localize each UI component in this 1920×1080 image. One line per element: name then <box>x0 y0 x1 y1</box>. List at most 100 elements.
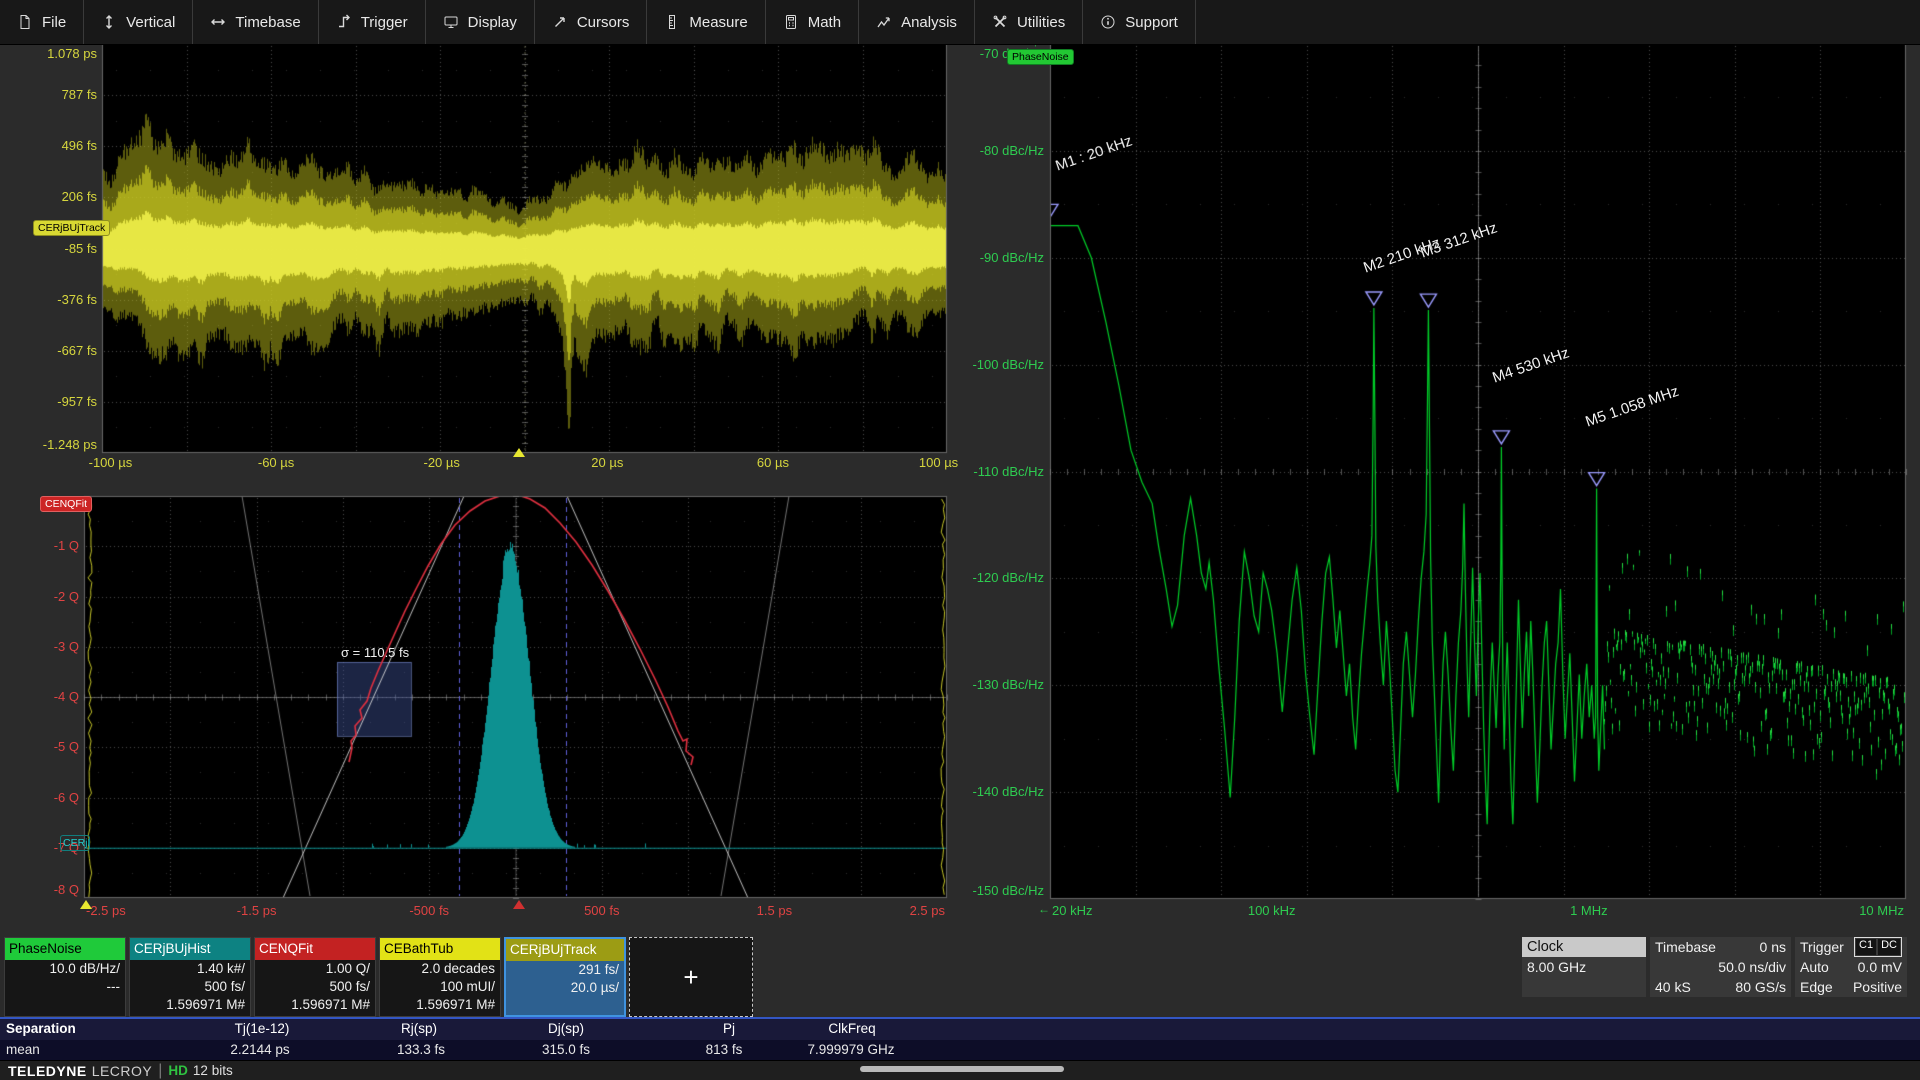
table-value-cell: 813 fs <box>706 1040 743 1060</box>
axis-tick-label: -1.248 ps <box>0 437 97 453</box>
oscilloscope-application: { "menu": { "items": [ {"label":"File","… <box>0 0 1920 1080</box>
menu-item-timebase[interactable]: Timebase <box>193 0 318 44</box>
axis-tick-label: 2.5 ps <box>845 903 945 919</box>
analysis-icon <box>876 14 892 30</box>
nq-trigger-marker-icon[interactable] <box>513 900 525 909</box>
menu-item-utilities[interactable]: Utilities <box>975 0 1083 44</box>
timebase-descriptor-box[interactable]: Timebase 0 ns 50.0 ns/div 40 kS 80 GS/s <box>1650 937 1791 997</box>
trace-descriptor-title: CERjBUjTrack <box>506 939 624 961</box>
menu-item-trigger[interactable]: Trigger <box>319 0 426 44</box>
trace-descriptor-line: 500 fs/ <box>255 978 375 996</box>
trace-descriptor-cenqfit[interactable]: CENQFit1.00 Q/500 fs/1.596971 M# <box>254 937 376 1017</box>
trace-descriptor-cerjbujtrack[interactable]: CERjBUjTrack291 fs/20.0 µs/ <box>504 937 626 1017</box>
axis-tick-label: -100 µs <box>60 455 160 471</box>
nq-delay-marker-icon[interactable] <box>80 900 92 909</box>
axis-tick-label: 20 µs <box>557 455 657 471</box>
trace-descriptor-cerjbujhist[interactable]: CERjBUjHist1.40 k#/500 fs/1.596971 M# <box>129 937 251 1017</box>
timebase-samplerate: 80 GS/s <box>1735 977 1786 997</box>
taskbar-handle[interactable] <box>860 1066 1064 1072</box>
nqfit-trace-badge[interactable]: CENQFit <box>40 496 92 512</box>
measurement-table[interactable]: SeparationTj(1e-12)Rj(sp)Dj(sp)PjClkFreq… <box>0 1017 1920 1060</box>
menu-item-file[interactable]: File <box>0 0 84 44</box>
trace-descriptor-title: CENQFit <box>255 938 375 960</box>
trigger-descriptor-box[interactable]: Trigger C1 DC Auto 0.0 mV Edge Positive <box>1795 937 1907 997</box>
table-header-cell: ClkFreq <box>828 1019 875 1039</box>
track-trace-badge[interactable]: CERjBUjTrack <box>33 220 110 236</box>
axis-tick-label: 1 MHz <box>1539 903 1639 919</box>
axis-tick-label: -110 dBc/Hz <box>934 464 1044 480</box>
trace-descriptor-cebathtub[interactable]: CEBathTub2.0 decades100 mUI/1.596971 M# <box>379 937 501 1017</box>
axis-tick-label: -150 dBc/Hz <box>934 883 1044 899</box>
track-trigger-marker-icon[interactable] <box>513 448 525 457</box>
phasenoise-trace-badge[interactable]: PhaseNoise <box>1007 49 1074 65</box>
trigger-icon <box>336 14 352 30</box>
axis-tick-label: 500 fs <box>552 903 652 919</box>
menu-item-support[interactable]: Support <box>1083 0 1196 44</box>
timebase-samples: 40 kS <box>1655 977 1691 997</box>
menu-item-label: Support <box>1125 14 1178 31</box>
axis-tick-label: -85 fs <box>0 241 97 257</box>
axis-tick-label: 20 kHz <box>1052 903 1152 919</box>
menu-item-label: Vertical <box>126 14 175 31</box>
menu-item-label: Math <box>808 14 841 31</box>
menu-item-analysis[interactable]: Analysis <box>859 0 975 44</box>
axis-tick-label: -1 Q <box>0 538 79 554</box>
axis-tick-label: -3 Q <box>0 639 79 655</box>
menu-item-label: Cursors <box>577 14 630 31</box>
axis-tick-label: -376 fs <box>0 292 97 308</box>
trace-descriptor-line: 500 fs/ <box>130 978 250 996</box>
axis-tick-label: 206 fs <box>0 189 97 205</box>
axis-tick-label: -500 fs <box>379 903 479 919</box>
menu-item-label: Utilities <box>1017 14 1065 31</box>
menu-bar: File Vertical Timebase Trigger Display Cursor… <box>0 0 1920 45</box>
menu-item-label: Display <box>468 14 517 31</box>
timebase-box-title: Timebase <box>1655 937 1716 957</box>
hist-trace-edge-tag[interactable]: CERjBUjHist <box>60 835 90 851</box>
hd-mode-label: HD <box>168 1063 188 1078</box>
menu-item-measure[interactable]: Measure <box>647 0 765 44</box>
axis-tick-label: -1.5 ps <box>207 903 307 919</box>
axis-tick-label: -140 dBc/Hz <box>934 784 1044 800</box>
table-header-cell: Pj <box>723 1019 735 1039</box>
clock-frequency: 8.00 GHz <box>1527 957 1586 977</box>
menu-item-display[interactable]: Display <box>426 0 535 44</box>
vertical-icon <box>101 14 117 30</box>
display-icon <box>443 14 459 30</box>
trigger-level: 0.0 mV <box>1858 957 1902 977</box>
add-trace-button[interactable]: + <box>629 937 753 1017</box>
table-value-cell: 2.2144 ps <box>230 1040 289 1060</box>
trace-descriptor-line: 10.0 dB/Hz/ <box>5 960 125 978</box>
trigger-coupling-badge: DC <box>1878 939 1900 955</box>
axis-tick-label: 496 fs <box>0 138 97 154</box>
axis-tick-label: 787 fs <box>0 87 97 103</box>
axis-tick-label: 1.078 ps <box>0 46 97 62</box>
trace-descriptor-line: 1.00 Q/ <box>255 960 375 978</box>
axis-tick-label: 1.5 ps <box>724 903 824 919</box>
table-header-cell: Tj(1e-12) <box>235 1019 290 1039</box>
axis-tick-label: 10 MHz <box>1804 903 1904 919</box>
table-value-cell: 315.0 fs <box>542 1040 590 1060</box>
trace-descriptor-title: PhaseNoise <box>5 938 125 960</box>
trace-descriptor-line: 1.596971 M# <box>130 996 250 1014</box>
measurement-table-header-row: SeparationTj(1e-12)Rj(sp)Dj(sp)PjClkFreq <box>0 1019 1920 1040</box>
axis-tick-label: -20 µs <box>392 455 492 471</box>
menu-item-label: Trigger <box>361 14 408 31</box>
cursors-icon <box>552 14 568 30</box>
clock-descriptor-box[interactable]: Clock 8.00 GHz <box>1522 937 1646 997</box>
sigma-annotation: σ = 110.5 fs <box>341 645 409 660</box>
menu-item-cursors[interactable]: Cursors <box>535 0 648 44</box>
axis-tick-label: -667 fs <box>0 343 97 359</box>
trace-descriptor-line <box>506 997 624 1015</box>
bit-depth-label: 12 bits <box>193 1063 233 1078</box>
axis-tick-label: -4 Q <box>0 689 79 705</box>
trace-descriptor-line: 291 fs/ <box>506 961 624 979</box>
menu-item-vertical[interactable]: Vertical <box>84 0 193 44</box>
measurement-table-mean-row: mean2.2144 ps133.3 fs315.0 fs813 fs7.999… <box>0 1040 1920 1060</box>
menu-item-math[interactable]: Math <box>766 0 859 44</box>
trace-descriptor-phasenoise[interactable]: PhaseNoise10.0 dB/Hz/--- <box>4 937 126 1017</box>
table-header-cell: Separation <box>6 1019 76 1039</box>
table-value-cell: 133.3 fs <box>397 1040 445 1060</box>
menu-item-label: Timebase <box>235 14 300 31</box>
trace-descriptor-line: 20.0 µs/ <box>506 979 624 997</box>
axis-tick-label: -6 Q <box>0 790 79 806</box>
